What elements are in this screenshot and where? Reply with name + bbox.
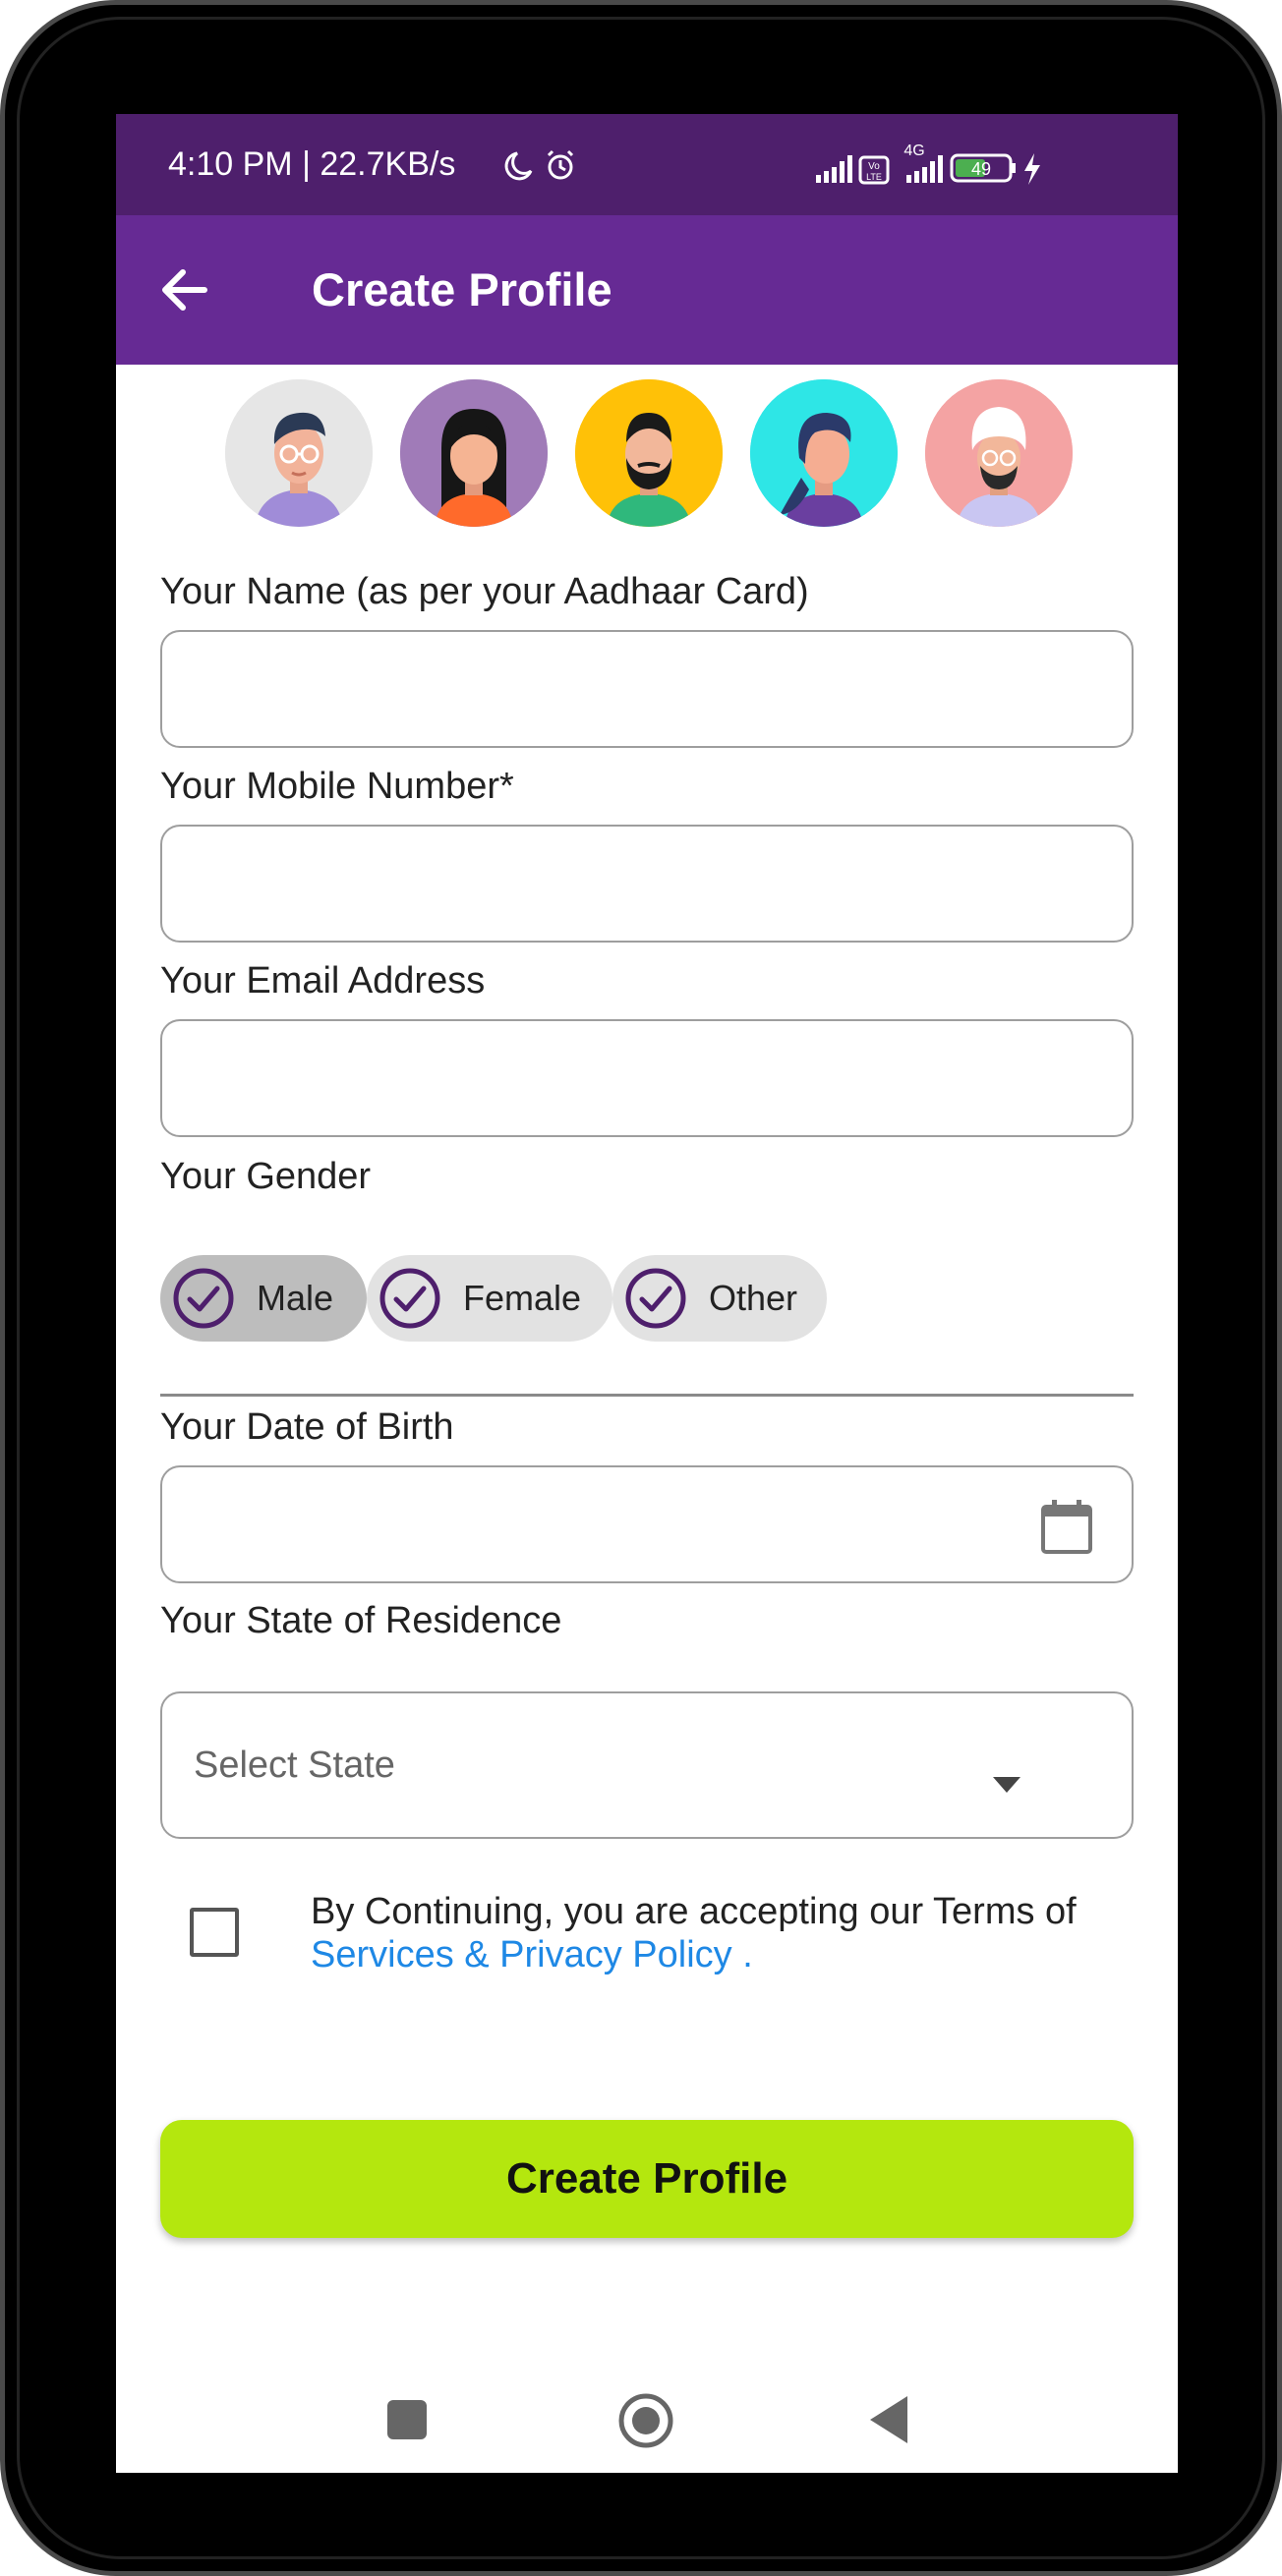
screen: 4:10 PM | 22.7KB/s Vo LTE 4G 49 Create P…: [116, 114, 1178, 2473]
gender-chip-label: Female: [463, 1278, 582, 1318]
man-turban-icon: [925, 379, 1073, 527]
recents-button[interactable]: [386, 2399, 428, 2440]
moon-alarm-icon: [504, 149, 574, 181]
check-circle-icon: [625, 1268, 686, 1329]
gender-chips: Male Female Other: [160, 1255, 848, 1342]
name-input[interactable]: [160, 630, 1134, 748]
avatar-man-glasses[interactable]: [225, 379, 373, 527]
system-nav-bar: [116, 2365, 1178, 2473]
svg-text:Vo: Vo: [868, 161, 880, 172]
gender-chip-label: Male: [257, 1278, 334, 1318]
woman-ponytail-icon: [750, 379, 898, 527]
mobile-input[interactable]: [160, 825, 1134, 943]
back-nav-button[interactable]: [866, 2394, 911, 2445]
status-bar: 4:10 PM | 22.7KB/s Vo LTE 4G 49: [116, 114, 1178, 215]
email-label: Your Email Address: [160, 960, 486, 1002]
terms-text-label: By Continuing, you are accepting our Ter…: [311, 1891, 1077, 1932]
dob-label: Your Date of Birth: [160, 1406, 454, 1448]
avatar-man-turban[interactable]: [925, 379, 1073, 527]
dob-field[interactable]: [160, 1465, 1134, 1583]
check-circle-icon: [173, 1268, 234, 1329]
woman-long-hair-icon: [400, 379, 548, 527]
avatar-man-beard[interactable]: [575, 379, 723, 527]
gender-label: Your Gender: [160, 1156, 372, 1197]
app-bar: Create Profile: [116, 215, 1178, 365]
arrow-left-icon: [162, 269, 207, 311]
avatar-picker: [116, 379, 1178, 527]
network-type: 4G: [903, 143, 924, 159]
state-select-placeholder: Select State: [194, 1745, 395, 1786]
state-label: Your State of Residence: [160, 1600, 562, 1641]
status-time: 4:10 PM | 22.7KB/s: [168, 145, 456, 183]
state-select[interactable]: Select State: [160, 1691, 1134, 1839]
terms-link[interactable]: Services & Privacy Policy .: [311, 1934, 753, 1975]
calendar-icon[interactable]: [1037, 1497, 1096, 1556]
page-title: Create Profile: [312, 263, 612, 315]
man-glasses-icon: [225, 379, 373, 527]
gender-chip-female[interactable]: Female: [367, 1255, 612, 1342]
terms-text: By Continuing, you are accepting our Ter…: [311, 1890, 1117, 1976]
gender-chip-other[interactable]: Other: [612, 1255, 827, 1342]
signal-battery-icon: Vo LTE 4G 49: [816, 143, 1040, 185]
status-right-icons: Vo LTE 4G 49: [816, 140, 1131, 191]
back-button[interactable]: [155, 260, 214, 319]
man-beard-icon: [575, 379, 723, 527]
create-profile-button[interactable]: Create Profile: [160, 2120, 1134, 2238]
battery-level: 49: [971, 159, 991, 179]
avatar-woman-ponytail[interactable]: [750, 379, 898, 527]
dropdown-arrow-icon: [993, 1777, 1020, 1793]
divider: [160, 1394, 1134, 1397]
gender-chip-label: Other: [709, 1278, 798, 1318]
mobile-label: Your Mobile Number*: [160, 766, 514, 807]
phone-frame: 4:10 PM | 22.7KB/s Vo LTE 4G 49 Create P…: [0, 0, 1282, 2576]
status-left-icons: [501, 149, 580, 181]
avatar-woman-long-hair[interactable]: [400, 379, 548, 527]
check-circle-icon: [379, 1268, 440, 1329]
email-input[interactable]: [160, 1019, 1134, 1137]
home-button[interactable]: [617, 2392, 674, 2449]
name-label: Your Name (as per your Aadhaar Card): [160, 571, 809, 612]
svg-text:LTE: LTE: [866, 172, 882, 182]
gender-chip-male[interactable]: Male: [160, 1255, 367, 1342]
terms-checkbox[interactable]: [190, 1908, 239, 1957]
